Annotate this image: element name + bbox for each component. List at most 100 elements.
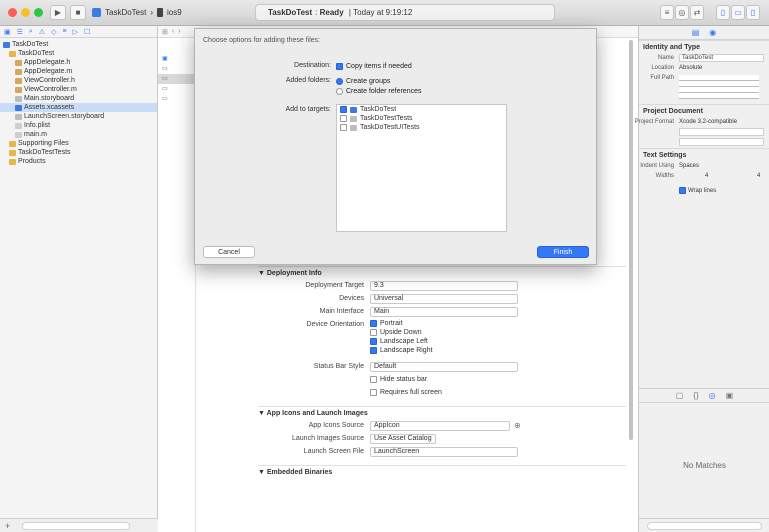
tree-item[interactable]: ViewController.m	[0, 85, 157, 94]
copy-items-checkbox[interactable]: Copy items if needed	[336, 61, 412, 71]
tree-item[interactable]: TaskDoTest	[0, 40, 157, 49]
field-label: Widths	[655, 173, 674, 179]
run-button[interactable]: ▶	[50, 5, 66, 20]
search-icon[interactable]: ⌕	[29, 28, 33, 36]
tab-width-stepper[interactable]: 4	[705, 173, 708, 179]
related-items-icon[interactable]: ⊞	[162, 28, 168, 36]
target-row[interactable]: TaskDoTestTests	[337, 114, 506, 123]
tree-item[interactable]: AppDelegate.h	[0, 58, 157, 67]
orientation-checkbox[interactable]: Upside Down	[370, 329, 422, 336]
folder-icon[interactable]: ▣	[4, 28, 11, 36]
tree-item[interactable]: ViewController.h	[0, 76, 157, 85]
create-groups-radio[interactable]: Create groups	[336, 76, 390, 86]
status-bar-popup[interactable]: Default	[370, 362, 518, 372]
project-item[interactable]: ▣	[158, 54, 195, 64]
report-icon[interactable]: ☐	[84, 28, 90, 36]
tree-item[interactable]: TaskDoTestTests	[0, 148, 157, 157]
indent-using-popup[interactable]: Spaces	[679, 163, 699, 169]
main-interface-combo[interactable]: Main	[370, 307, 518, 317]
cancel-button[interactable]: Cancel	[203, 246, 255, 258]
navigator-tabs: ▣ ☰ ⌕ ⚠ ◇ ≡ ▷ ☐	[0, 26, 157, 38]
target-item[interactable]: ▭	[158, 74, 195, 84]
app-icons-popup[interactable]: AppIcon	[370, 421, 510, 431]
deployment-target-combo[interactable]: 9.3	[370, 281, 518, 291]
debug-icon[interactable]: ≡	[63, 28, 67, 35]
target-row[interactable]: TaskDoTest	[337, 105, 506, 114]
devices-popup[interactable]: Universal	[370, 294, 518, 304]
minimize-window-button[interactable]	[21, 8, 30, 17]
tree-item[interactable]: AppDelegate.m	[0, 67, 157, 76]
organization-field[interactable]	[679, 128, 764, 136]
tree-item[interactable]: TaskDoTest	[0, 49, 157, 58]
file-inspector-icon[interactable]: ▤	[692, 28, 700, 37]
class-prefix-field[interactable]	[679, 138, 764, 146]
add-icon[interactable]: +	[5, 521, 10, 531]
launch-images-button[interactable]: Use Asset Catalog	[370, 434, 436, 444]
wrap-lines-checkbox[interactable]: Wrap lines	[679, 187, 716, 194]
orientation-checkbox[interactable]: Portrait	[370, 320, 403, 327]
field-label: App Icons Source	[308, 422, 364, 429]
target-item[interactable]: ▭	[158, 84, 195, 94]
hide-status-bar-checkbox[interactable]: Hide status bar	[370, 376, 427, 383]
warning-icon[interactable]: ⚠	[39, 28, 45, 36]
library-filter-input[interactable]	[647, 522, 762, 530]
tree-item[interactable]: Info.plist	[0, 121, 157, 130]
orientation-checkbox[interactable]: Landscape Right	[370, 347, 433, 354]
scheme-selector[interactable]: TaskDoTest › ios9	[92, 5, 212, 20]
back-icon[interactable]: ‹	[172, 28, 174, 35]
target-checkbox[interactable]	[340, 106, 347, 113]
tree-item[interactable]: LaunchScreen.storyboard	[0, 112, 157, 121]
target-checkbox[interactable]	[340, 115, 347, 122]
tree-item[interactable]: Supporting Files	[0, 139, 157, 148]
location-popup[interactable]: Absolute	[679, 65, 702, 71]
create-folder-references-radio[interactable]: Create folder references	[336, 86, 421, 96]
forward-icon[interactable]: ›	[178, 28, 180, 35]
tree-item[interactable]: Main.storyboard	[0, 94, 157, 103]
tree-item[interactable]: Assets.xcassets	[0, 103, 157, 112]
test-icon[interactable]: ◇	[51, 28, 56, 36]
symbol-icon[interactable]: ☰	[17, 28, 23, 36]
navigator-filter-input[interactable]	[22, 522, 130, 530]
section-title: Deployment Info	[266, 270, 322, 277]
standard-editor-button[interactable]: ≡	[660, 5, 674, 20]
file-icon	[15, 131, 22, 138]
target-row[interactable]: TaskDoTestUITests	[337, 123, 506, 132]
media-library-icon[interactable]: ▣	[726, 391, 734, 400]
launch-screen-combo[interactable]: LaunchScreen	[370, 447, 518, 457]
file-icon	[3, 41, 10, 48]
version-editor-button[interactable]: ⇄	[690, 5, 704, 20]
code-snippet-icon[interactable]: {}	[693, 391, 698, 400]
scheme-name: TaskDoTest	[105, 8, 147, 17]
project-format-popup[interactable]: Xcode 3.2-compatible	[679, 119, 737, 125]
editor-scrollbar[interactable]	[629, 40, 633, 440]
file-template-icon[interactable]: ▢	[676, 391, 684, 400]
toggle-navigator-button[interactable]: ▯	[716, 5, 730, 20]
finish-button[interactable]: Finish	[537, 246, 589, 258]
app-icons-section[interactable]: ▼ App Icons and Launch Images	[258, 406, 626, 420]
tree-item[interactable]: main.m	[0, 130, 157, 139]
file-icon	[15, 68, 22, 75]
tree-item[interactable]: Products	[0, 157, 157, 166]
indent-width-stepper[interactable]: 4	[757, 173, 760, 179]
quick-help-icon[interactable]: ◉	[709, 28, 716, 37]
target-item[interactable]: ▭	[158, 64, 195, 74]
sheet-title: Choose options for adding these files:	[203, 37, 321, 44]
target-checkbox[interactable]	[340, 124, 347, 131]
name-value: TaskDoTest	[682, 55, 714, 61]
requires-full-screen-checkbox[interactable]: Requires full screen	[370, 389, 442, 396]
close-window-button[interactable]	[8, 8, 17, 17]
embedded-binaries-section[interactable]: ▼ Embedded Binaries	[258, 465, 626, 479]
project-navigator: ▣ ☰ ⌕ ⚠ ◇ ≡ ▷ ☐ TaskDoTest TaskDoTest AppD…	[0, 26, 158, 532]
target-item[interactable]: ▭	[158, 94, 195, 104]
breakpoint-icon[interactable]: ▷	[73, 28, 78, 36]
toggle-inspector-button[interactable]: ▯	[746, 5, 760, 20]
assistant-editor-button[interactable]: ◎	[675, 5, 689, 20]
object-library-icon[interactable]: ◎	[709, 391, 716, 400]
deployment-info-section[interactable]: ▼ Deployment Info	[258, 266, 626, 280]
zoom-window-button[interactable]	[34, 8, 43, 17]
orientation-checkbox[interactable]: Landscape Left	[370, 338, 428, 345]
tree-item-label: ViewController.h	[24, 77, 75, 84]
stop-button[interactable]: ■	[70, 5, 86, 20]
arrow-circle-icon[interactable]: ⊕	[514, 421, 521, 430]
toggle-debug-button[interactable]: ▭	[731, 5, 745, 20]
